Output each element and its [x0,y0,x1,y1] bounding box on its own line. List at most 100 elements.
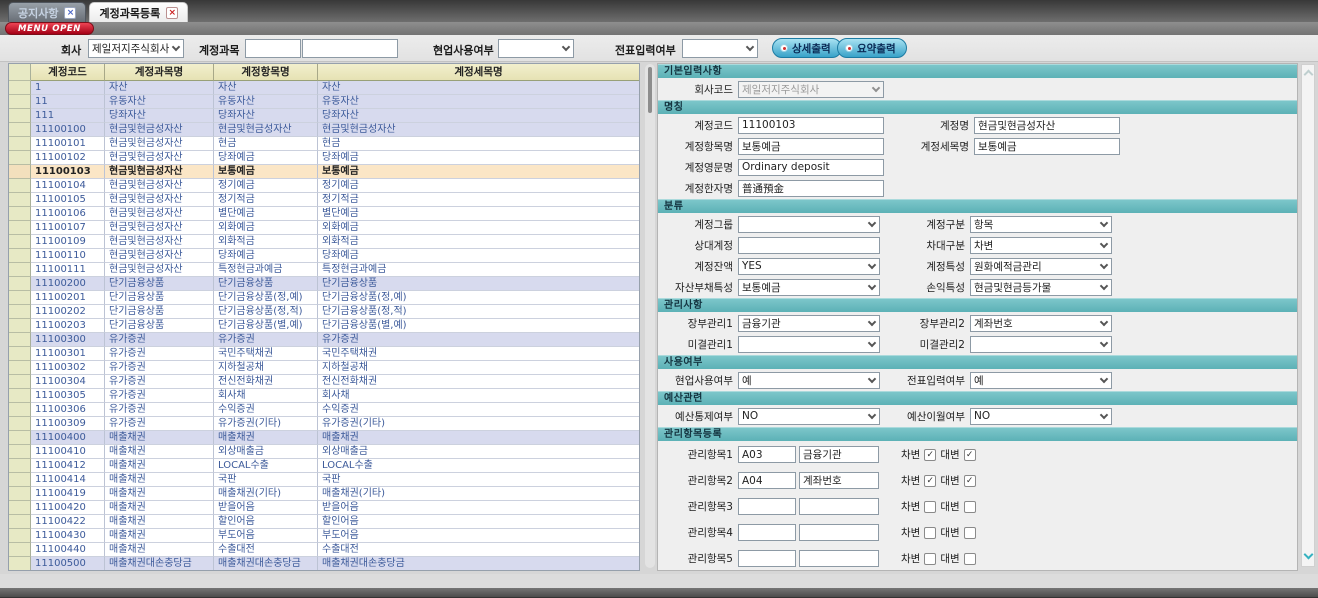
row-selector-cell[interactable] [9,431,31,445]
row-selector-cell[interactable] [9,403,31,417]
account-balance-select[interactable]: YES [738,258,880,275]
row-selector-cell[interactable] [9,305,31,319]
profit-loss-attribute-select[interactable]: 현금및현금등가물 [970,279,1112,296]
table-row[interactable]: 11100419매출채권매출채권(기타)매출채권(기타) [9,487,639,501]
table-row[interactable]: 11100200단기금융상품단기금융상품단기금융상품 [9,277,639,291]
mgmt-item3-code-input[interactable] [738,498,796,515]
panel-scrollbar[interactable] [1301,64,1315,567]
row-selector-cell[interactable] [9,123,31,137]
table-row[interactable]: 11100106현금및현금성자산별단예금별단예금 [9,207,639,221]
table-row[interactable]: 11100430매출채권부도어음부도어음 [9,529,639,543]
table-row[interactable]: 11100302유가증권지하철공채지하철공채 [9,361,639,375]
row-selector-cell[interactable] [9,221,31,235]
mgmt-item4-debit-checkbox[interactable] [924,527,936,539]
mgmt-item1-code-input[interactable]: A03 [738,446,796,463]
row-selector-cell[interactable] [9,193,31,207]
table-row[interactable]: 1자산자산자산 [9,81,639,95]
row-selector-cell[interactable] [9,459,31,473]
table-row[interactable]: 11100300유가증권유가증권유가증권 [9,333,639,347]
chevron-up-icon[interactable] [1304,70,1314,80]
row-selector-cell[interactable] [9,277,31,291]
table-row[interactable]: 111당좌자산당좌자산당좌자산 [9,109,639,123]
account-name-input[interactable]: 현금및현금성자산 [974,117,1120,134]
table-row[interactable]: 11100105현금및현금성자산정기적금정기적금 [9,193,639,207]
account-attribute-select[interactable]: 원화예적금관리 [970,258,1112,275]
row-selector-cell[interactable] [9,291,31,305]
table-row[interactable]: 11100410매출채권외상매출금외상매출금 [9,445,639,459]
row-selector-cell[interactable] [9,207,31,221]
row-selector-cell[interactable] [9,389,31,403]
tab-notice[interactable]: 공지사항 × [8,2,86,22]
table-row[interactable]: 11100203단기금융상품단기금융상품(별,예)단기금융상품(별,예) [9,319,639,333]
mgmt-item2-debit-checkbox[interactable]: ✓ [924,475,936,487]
table-row[interactable]: 11100101현금및현금성자산현금현금 [9,137,639,151]
row-selector-cell[interactable] [9,137,31,151]
table-row[interactable]: 11100201단기금융상품단기금융상품(정,예)단기금융상품(정,예) [9,291,639,305]
row-selector-cell[interactable] [9,445,31,459]
table-row[interactable]: 11100107현금및현금성자산외화예금외화예금 [9,221,639,235]
grid-scrollbar-thumb[interactable] [648,67,652,113]
table-row[interactable]: 11100102현금및현금성자산당좌예금당좌예금 [9,151,639,165]
row-selector-cell[interactable] [9,529,31,543]
mgmt-item3-credit-checkbox[interactable] [964,501,976,513]
row-selector-cell[interactable] [9,235,31,249]
chevron-down-icon[interactable] [1304,550,1314,560]
row-selector-cell[interactable] [9,375,31,389]
row-selector-cell[interactable] [9,417,31,431]
debit-credit-class-select[interactable]: 차변 [970,237,1112,254]
pending-mgmt2-select[interactable] [970,336,1112,353]
account-name-input[interactable] [302,39,398,58]
row-selector-cell[interactable] [9,109,31,123]
slip-input-filter-select[interactable] [682,39,758,58]
account-detail-name-input[interactable]: 보통예금 [974,138,1120,155]
row-selector-cell[interactable] [9,501,31,515]
mgmt-item4-code-input[interactable] [738,524,796,541]
table-row[interactable]: 11100100현금및현금성자산현금및현금성자산현금및현금성자산 [9,123,639,137]
company-select[interactable]: 제일저지주식회사 [88,39,184,58]
account-code-input[interactable] [245,39,301,58]
row-selector-cell[interactable] [9,333,31,347]
row-selector-cell[interactable] [9,557,31,571]
table-row[interactable]: 11100304유가증권전신전화채권전신전화채권 [9,375,639,389]
pending-mgmt1-select[interactable] [738,336,880,353]
table-row[interactable]: 11100306유가증권수익증권수익증권 [9,403,639,417]
table-row[interactable]: 11100301유가증권국민주택채권국민주택채권 [9,347,639,361]
row-selector-cell[interactable] [9,151,31,165]
slip-input-yn-select[interactable]: 예 [970,372,1112,389]
summary-print-button[interactable]: 요약출력 [837,38,907,58]
ledger-mgmt1-select[interactable]: 금융기관 [738,315,880,332]
budget-control-yn-select[interactable]: NO [738,408,880,425]
table-row[interactable]: 11100309유가증권유가증권(기타)유가증권(기타) [9,417,639,431]
account-english-name-input[interactable]: Ordinary deposit [738,159,884,176]
mgmt-item1-debit-checkbox[interactable]: ✓ [924,449,936,461]
mgmt-item4-name-input[interactable] [799,524,879,541]
asset-liability-attribute-select[interactable]: 보통예금 [738,279,880,296]
grid-scrollbar[interactable] [645,64,655,568]
mgmt-item5-name-input[interactable] [799,550,879,567]
table-row[interactable]: 11100202단기금융상품단기금융상품(정,적)단기금융상품(정,적) [9,305,639,319]
row-selector-cell[interactable] [9,249,31,263]
row-selector-cell[interactable] [9,95,31,109]
company-code-select[interactable]: 제일저지주식회사 [738,81,884,98]
table-row[interactable]: 11유동자산유동자산유동자산 [9,95,639,109]
ledger-mgmt2-select[interactable]: 계좌번호 [970,315,1112,332]
account-group-select[interactable] [738,216,880,233]
table-row[interactable]: 11100109현금및현금성자산외화적금외화적금 [9,235,639,249]
row-selector-cell[interactable] [9,543,31,557]
row-selector-cell[interactable] [9,263,31,277]
mgmt-item1-name-input[interactable]: 금융기관 [799,446,879,463]
table-row[interactable]: 11100420매출채권받을어음받을어음 [9,501,639,515]
mgmt-item2-name-input[interactable]: 계좌번호 [799,472,879,489]
table-row[interactable]: 11100500매출채권대손충당금매출채권대손충당금매출채권대손충당금 [9,557,639,571]
account-code-input[interactable]: 11100103 [738,117,884,134]
table-row[interactable]: 11100440매출채권수출대전수출대전 [9,543,639,557]
table-row[interactable]: 11100412매출채권LOCAL수출LOCAL수출 [9,459,639,473]
table-row[interactable]: 11100422매출채권할인어음할인어음 [9,515,639,529]
mgmt-item5-code-input[interactable] [738,550,796,567]
mgmt-item1-credit-checkbox[interactable]: ✓ [964,449,976,461]
row-selector-cell[interactable] [9,473,31,487]
table-row[interactable]: 11100111현금및현금성자산특정현금과예금특정현금과예금 [9,263,639,277]
account-item-name-input[interactable]: 보통예금 [738,138,884,155]
row-selector-cell[interactable] [9,347,31,361]
mgmt-item2-code-input[interactable]: A04 [738,472,796,489]
